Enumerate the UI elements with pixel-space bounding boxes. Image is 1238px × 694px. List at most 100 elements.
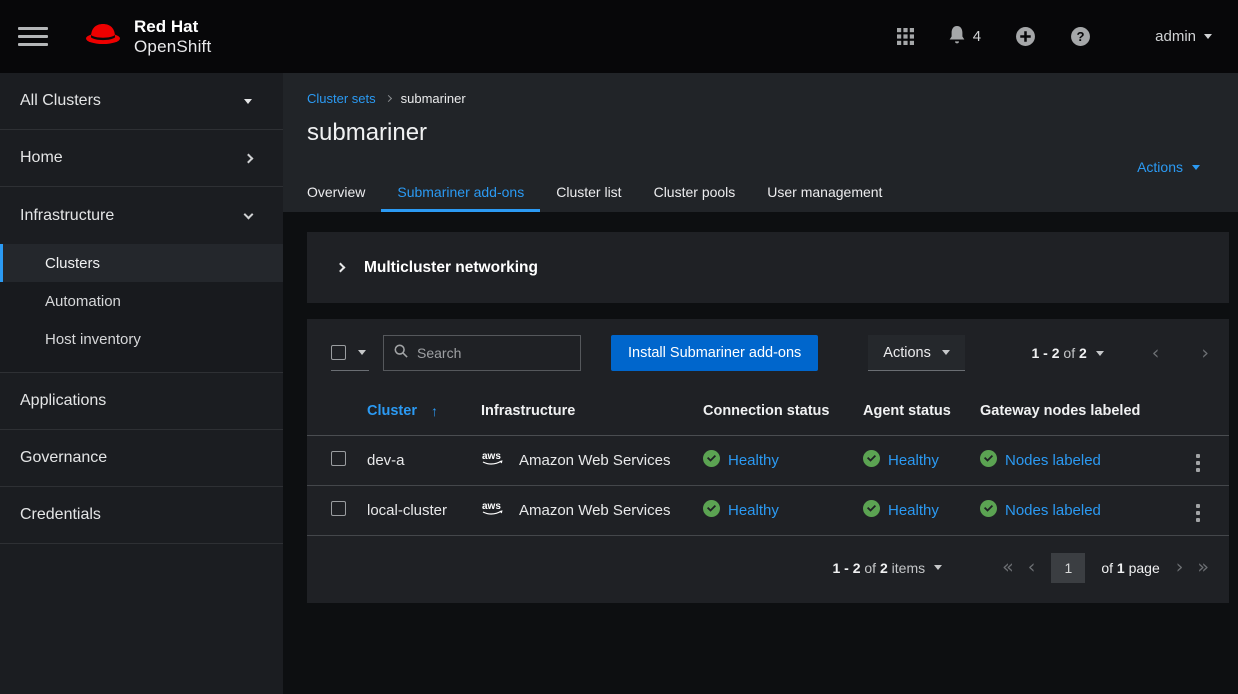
tab-cluster-pools[interactable]: Cluster pools [638, 174, 752, 212]
search-icon [394, 344, 408, 363]
sidebar: All Clusters Home Infrastructure Cluster… [0, 73, 283, 694]
sidebar-item-label: Infrastructure [20, 207, 114, 225]
kebab-menu-icon[interactable] [1192, 450, 1204, 476]
notification-count: 4 [973, 28, 981, 45]
header-checkbox-column [307, 387, 367, 435]
current-page-input[interactable] [1051, 553, 1085, 583]
add-icon[interactable] [1015, 26, 1036, 47]
column-header-gateway-nodes: Gateway nodes labeled [980, 387, 1167, 435]
sort-ascending-icon: ↑ [431, 403, 438, 419]
pagination-top: 1 - 2 of 2 ‹ › [1032, 344, 1214, 363]
nav-toggle-icon[interactable] [18, 27, 48, 46]
last-page-button[interactable]: » [1193, 558, 1213, 577]
search-box [383, 335, 581, 371]
svg-text:aws: aws [482, 501, 501, 512]
redhat-fedora-icon [82, 20, 124, 53]
pagination-summary[interactable]: 1 - 2 of 2 [1032, 345, 1087, 361]
cluster-name-cell: local-cluster [367, 485, 481, 535]
help-icon[interactable]: ? [1070, 26, 1091, 47]
caret-down-icon [1204, 34, 1212, 39]
tab-cluster-list[interactable]: Cluster list [540, 174, 637, 212]
sidebar-item-credentials[interactable]: Credentials [0, 487, 283, 544]
row-checkbox[interactable] [331, 501, 346, 516]
chevron-right-icon [244, 153, 254, 163]
gateway-nodes-link[interactable]: Nodes labeled [1005, 502, 1101, 519]
table-row: local-cluster aws [307, 485, 1229, 535]
chevron-right-icon [336, 263, 346, 273]
sidebar-item-label: Host inventory [45, 331, 141, 348]
check-circle-icon [980, 500, 997, 521]
prev-page-button[interactable]: ‹ [1148, 344, 1164, 363]
page-actions-dropdown[interactable]: Actions [1137, 159, 1200, 175]
svg-text:?: ? [1077, 29, 1085, 44]
chevron-right-icon [385, 95, 392, 102]
breadcrumb-cluster-sets-link[interactable]: Cluster sets [307, 91, 376, 106]
infrastructure-label: Amazon Web Services [519, 452, 670, 469]
breadcrumb: Cluster sets submariner [307, 91, 1202, 106]
brand-product: OpenShift [134, 37, 211, 56]
next-page-button[interactable]: › [1197, 344, 1213, 363]
breadcrumb-current: submariner [401, 91, 466, 106]
column-header-connection-status: Connection status [703, 387, 863, 435]
install-submariner-button[interactable]: Install Submariner add-ons [611, 335, 818, 371]
column-label: Cluster [367, 403, 417, 419]
clusters-table-card: Install Submariner add-ons Actions 1 - 2… [307, 319, 1229, 603]
sidebar-item-home[interactable]: Home [0, 130, 283, 187]
perspective-label: All Clusters [20, 92, 101, 110]
first-page-button[interactable]: « [998, 558, 1018, 577]
column-header-agent-status: Agent status [863, 387, 980, 435]
toolbar-actions-dropdown[interactable]: Actions [868, 335, 965, 371]
pagination-summary[interactable]: 1 - 2 of 2 items [832, 560, 925, 576]
gateway-nodes-link[interactable]: Nodes labeled [1005, 452, 1101, 469]
check-circle-icon [980, 450, 997, 471]
sidebar-item-applications[interactable]: Applications [0, 373, 283, 430]
bulk-select-dropdown[interactable] [331, 335, 369, 371]
page-header: Cluster sets submariner submariner Actio… [283, 73, 1238, 212]
table-toolbar: Install Submariner add-ons Actions 1 - 2… [307, 319, 1229, 387]
row-checkbox[interactable] [331, 451, 346, 466]
agent-status-link[interactable]: Healthy [888, 452, 939, 469]
caret-down-icon [1192, 165, 1200, 170]
pagination-bottom: 1 - 2 of 2 items « ‹ of 1 page › » [307, 536, 1229, 603]
check-circle-icon [703, 450, 720, 471]
kebab-menu-icon[interactable] [1192, 500, 1204, 526]
search-input[interactable] [417, 345, 598, 361]
prev-page-button[interactable]: ‹ [1024, 558, 1040, 577]
aws-icon: aws [481, 449, 509, 471]
sort-by-cluster[interactable]: Cluster ↑ [367, 403, 438, 419]
tab-user-management[interactable]: User management [751, 174, 898, 212]
next-page-button[interactable]: › [1172, 558, 1188, 577]
sidebar-item-label: Clusters [45, 255, 100, 272]
infrastructure-label: Amazon Web Services [519, 502, 670, 519]
agent-status-link[interactable]: Healthy [888, 502, 939, 519]
user-menu[interactable]: admin [1155, 28, 1212, 45]
sidebar-item-governance[interactable]: Governance [0, 430, 283, 487]
bell-icon [948, 25, 966, 49]
notifications-button[interactable]: 4 [948, 25, 981, 49]
svg-text:aws: aws [482, 451, 501, 462]
tab-overview[interactable]: Overview [291, 174, 381, 212]
expandable-section-title: Multicluster networking [364, 259, 538, 277]
caret-down-icon [1096, 351, 1104, 356]
connection-status-link[interactable]: Healthy [728, 502, 779, 519]
clusters-table: Cluster ↑ Infrastructure Connection stat… [307, 387, 1229, 536]
bulk-select-checkbox[interactable] [331, 345, 346, 360]
connection-status-link[interactable]: Healthy [728, 452, 779, 469]
multicluster-networking-expandable[interactable]: Multicluster networking [307, 232, 1229, 303]
sidebar-item-label: Home [20, 149, 63, 167]
brand-logo[interactable]: Red Hat OpenShift [82, 17, 211, 55]
tab-submariner-add-ons[interactable]: Submariner add-ons [381, 174, 540, 212]
sidebar-item-infrastructure[interactable]: Infrastructure [0, 187, 283, 244]
page-content: Multicluster networking [283, 212, 1238, 694]
app-launcher-icon[interactable] [897, 28, 914, 45]
sidebar-item-host-inventory[interactable]: Host inventory [0, 320, 283, 358]
tab-bar: Overview Submariner add-ons Cluster list… [291, 174, 1202, 212]
username: admin [1155, 28, 1196, 45]
perspective-switcher[interactable]: All Clusters [0, 73, 283, 130]
column-header-infrastructure: Infrastructure [481, 387, 703, 435]
caret-down-icon [934, 565, 942, 570]
sidebar-item-automation[interactable]: Automation [0, 282, 283, 320]
sidebar-item-clusters[interactable]: Clusters [0, 244, 283, 282]
brand-name: Red Hat [134, 17, 211, 36]
check-circle-icon [863, 450, 880, 471]
